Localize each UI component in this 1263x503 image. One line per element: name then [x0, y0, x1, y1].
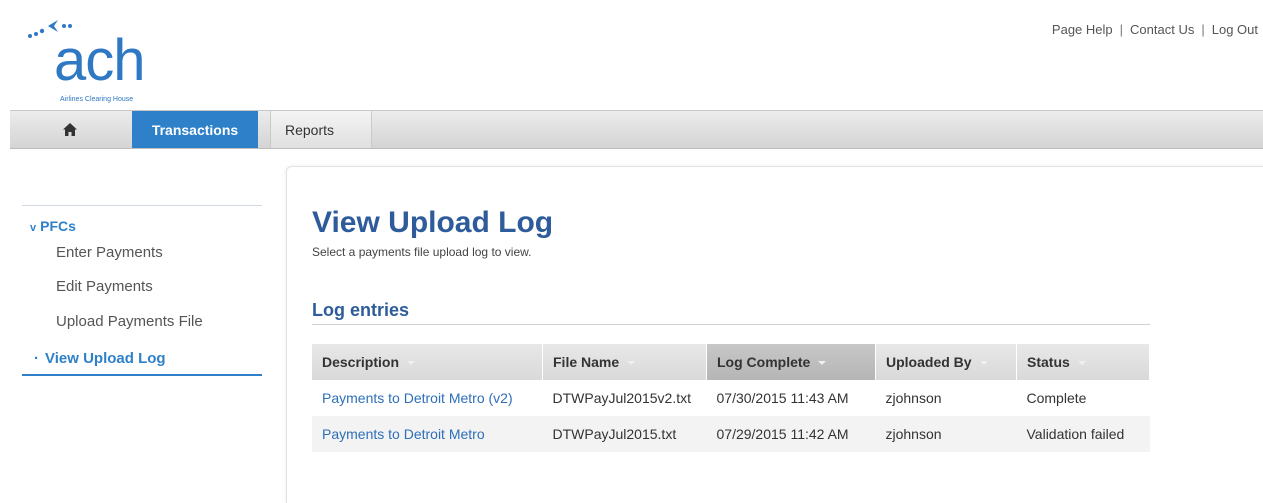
top-links: Page Help | Contact Us | Log Out — [1052, 22, 1258, 37]
cell-description[interactable]: Payments to Detroit Metro — [312, 416, 543, 452]
sidebar-item-view-upload-log[interactable]: · View Upload Log — [34, 350, 166, 367]
column-label: File Name — [553, 354, 620, 370]
column-header-file-name[interactable]: File Name — [542, 344, 707, 380]
sidebar-item-edit-payments[interactable]: Edit Payments — [56, 278, 153, 295]
sidebar-item-label: View Upload Log — [45, 350, 166, 367]
column-header-description[interactable]: Description — [312, 344, 543, 380]
cell-file-name: DTWPayJul2015v2.txt — [552, 390, 692, 406]
logo-subtitle: Airlines Clearing House — [60, 96, 134, 103]
ach-logo[interactable]: ach Airlines Clearing House — [24, 14, 154, 104]
tab-reports[interactable]: Reports — [270, 111, 372, 148]
sort-caret-icon — [627, 361, 636, 366]
log-link[interactable]: Payments to Detroit Metro (v2) — [322, 390, 513, 406]
log-link[interactable]: Payments to Detroit Metro — [322, 426, 485, 442]
active-marker: · — [34, 350, 39, 367]
link-separator: | — [1201, 22, 1205, 37]
cell-uploaded-by: zjohnson — [885, 390, 942, 406]
column-label: Uploaded By — [886, 354, 972, 370]
sidebar-heading-pfcs[interactable]: v PFCs — [30, 218, 76, 234]
sidebar: v PFCs Enter Payments Edit Payments Uploa… — [22, 205, 262, 376]
sort-caret-icon — [1077, 361, 1086, 366]
page-help-link[interactable]: Page Help — [1052, 22, 1113, 37]
sidebar-item-enter-payments[interactable]: Enter Payments — [56, 244, 163, 261]
cell-file-name: DTWPayJul2015.txt — [542, 416, 707, 452]
cell-log-complete: 07/29/2015 11:42 AM — [706, 416, 876, 452]
tab-transactions[interactable]: Transactions — [132, 111, 258, 148]
column-header-status[interactable]: Status — [1016, 344, 1150, 380]
column-header-log-complete[interactable]: Log Complete — [706, 344, 876, 380]
column-label: Log Complete — [717, 354, 811, 370]
page-subtitle: Select a payments file upload log to vie… — [312, 245, 532, 259]
table-row[interactable]: Payments to Detroit Metro (v2) DTWPayJul… — [312, 380, 1150, 416]
sort-caret-icon — [818, 361, 827, 366]
column-label: Status — [1027, 354, 1070, 370]
main-nav: Transactions Reports — [10, 110, 1263, 149]
active-underline — [22, 374, 262, 376]
expand-marker: v — [30, 222, 37, 234]
cell-status: Complete — [1026, 390, 1087, 406]
column-label: Description — [322, 354, 400, 370]
section-title: Log entries — [312, 300, 410, 320]
nav-home[interactable] — [10, 111, 130, 148]
link-separator: | — [1119, 22, 1124, 37]
sort-caret-icon — [979, 361, 988, 366]
table-row[interactable]: Payments to Detroit Metro DTWPayJul2015.… — [312, 416, 1150, 452]
cell-log-complete: 07/30/2015 11:43 AM — [716, 390, 849, 406]
log-out-link[interactable]: Log Out — [1212, 22, 1258, 37]
cell-uploaded-by: zjohnson — [875, 416, 1017, 452]
log-table: Description File Name Log Complete Uploa… — [312, 344, 1150, 452]
page-title: View Upload Log — [312, 206, 554, 239]
table-header-row: Description File Name Log Complete Uploa… — [312, 344, 1150, 380]
cell-status: Validation failed — [1016, 416, 1150, 452]
sidebar-heading-label: PFCs — [40, 218, 76, 234]
sort-caret-icon — [407, 361, 416, 366]
sidebar-item-upload-payments-file[interactable]: Upload Payments File — [56, 313, 203, 330]
logo-wordmark: ach — [54, 28, 146, 93]
contact-us-link[interactable]: Contact Us — [1130, 22, 1194, 37]
home-icon — [63, 123, 77, 136]
column-header-uploaded-by[interactable]: Uploaded By — [875, 344, 1017, 380]
cell-description[interactable]: Payments to Detroit Metro (v2) — [312, 380, 543, 416]
section-divider — [312, 324, 1150, 325]
